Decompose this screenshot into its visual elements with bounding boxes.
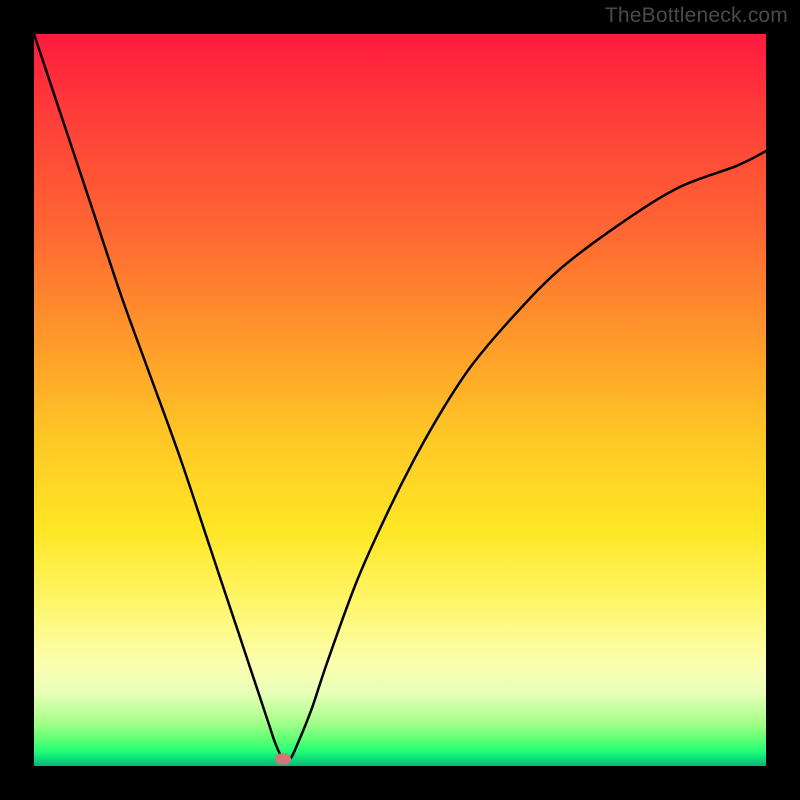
chart-frame: TheBottleneck.com (0, 0, 800, 800)
curve-svg (34, 34, 766, 766)
curve-minimum-marker (275, 753, 291, 764)
curve-path (34, 34, 766, 761)
plot-area (34, 34, 766, 766)
watermark-label: TheBottleneck.com (605, 4, 788, 28)
